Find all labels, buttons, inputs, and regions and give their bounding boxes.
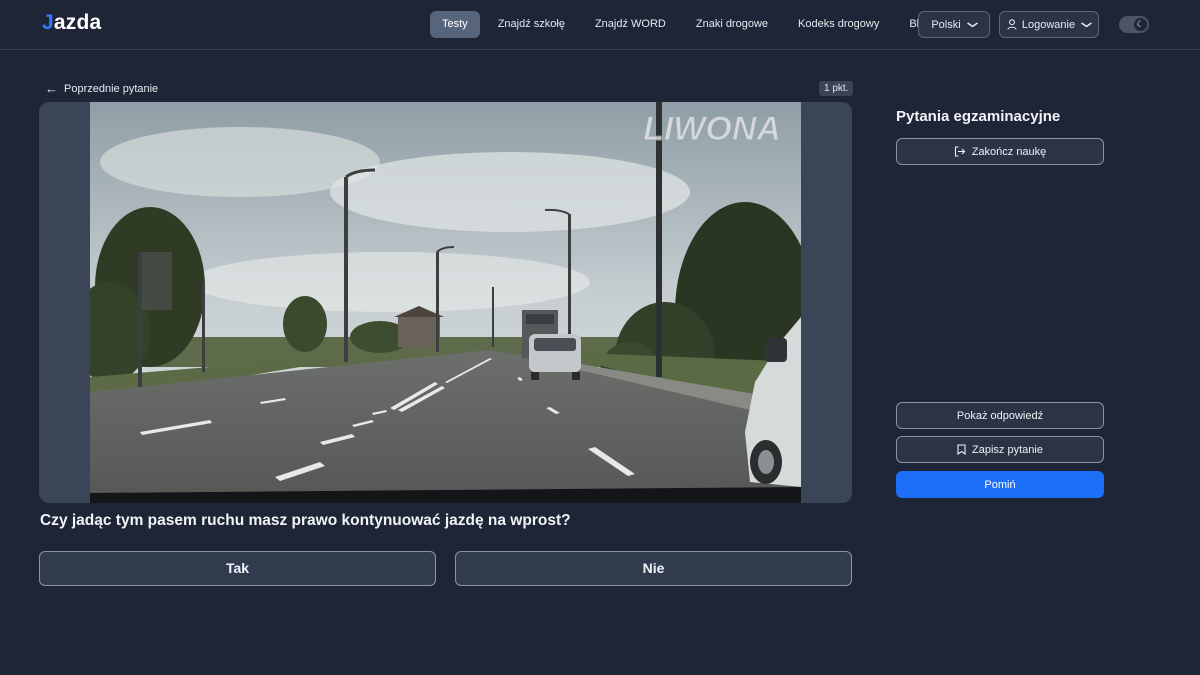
nav-item-road-signs[interactable]: Znaki drogowe bbox=[684, 11, 780, 38]
arrow-left-icon: ← bbox=[45, 81, 58, 96]
logo-text: azda bbox=[53, 11, 102, 34]
bookmark-icon bbox=[957, 444, 966, 455]
previous-question-link[interactable]: ← Poprzednie pytanie bbox=[45, 81, 158, 96]
nav-item-find-word[interactable]: Znajdź WORD bbox=[583, 11, 678, 38]
show-answer-label: Pokaż odpowiedź bbox=[956, 409, 1044, 422]
watermark-text: LIWONA bbox=[643, 110, 781, 148]
show-answer-button[interactable]: Pokaż odpowiedź bbox=[896, 402, 1104, 429]
answer-no-button[interactable]: Nie bbox=[455, 551, 852, 586]
question-text: Czy jadąc tym pasem ruchu masz prawo kon… bbox=[40, 512, 571, 529]
end-learning-label: Zakończ naukę bbox=[971, 145, 1047, 158]
points-badge: 1 pkt. bbox=[819, 81, 854, 96]
save-question-label: Zapisz pytanie bbox=[972, 443, 1043, 456]
logout-icon bbox=[954, 146, 966, 157]
answer-yes-button[interactable]: Tak bbox=[39, 551, 436, 586]
chevron-down-icon bbox=[966, 22, 978, 27]
language-select[interactable]: Polski bbox=[918, 11, 990, 38]
nav-item-find-school[interactable]: Znajdź szkołę bbox=[486, 11, 577, 38]
question-media: LIWONA bbox=[39, 102, 852, 503]
login-label: Logowanie bbox=[1021, 18, 1076, 31]
logo-mark: J bbox=[42, 11, 54, 34]
sidebar-title: Pytania egzaminacyjne bbox=[896, 108, 1061, 125]
nav-item-traffic-code[interactable]: Kodeks drogowy bbox=[786, 11, 891, 38]
theme-toggle[interactable]: ☾ bbox=[1119, 16, 1149, 33]
skip-label: Pomiń bbox=[984, 478, 1016, 491]
top-bar: Jazda Testy Znajdź szkołę Znajdź WORD Zn… bbox=[0, 0, 1200, 50]
nav-item-testy[interactable]: Testy bbox=[430, 11, 480, 38]
skip-button[interactable]: Pomiń bbox=[896, 471, 1104, 498]
user-icon bbox=[1007, 19, 1017, 30]
logo[interactable]: Jazda bbox=[42, 11, 101, 35]
main-nav: Testy Znajdź szkołę Znajdź WORD Znaki dr… bbox=[430, 11, 949, 38]
moon-icon: ☾ bbox=[1134, 18, 1147, 31]
login-button[interactable]: Logowanie bbox=[999, 11, 1099, 38]
save-question-button[interactable]: Zapisz pytanie bbox=[896, 436, 1104, 463]
previous-question-label: Poprzednie pytanie bbox=[64, 82, 159, 95]
road-scene-image: LIWONA bbox=[90, 102, 801, 503]
question-video[interactable]: LIWONA bbox=[90, 102, 801, 503]
end-learning-button[interactable]: Zakończ naukę bbox=[896, 138, 1104, 165]
language-label: Polski bbox=[931, 18, 961, 31]
chevron-down-icon bbox=[1081, 22, 1093, 27]
